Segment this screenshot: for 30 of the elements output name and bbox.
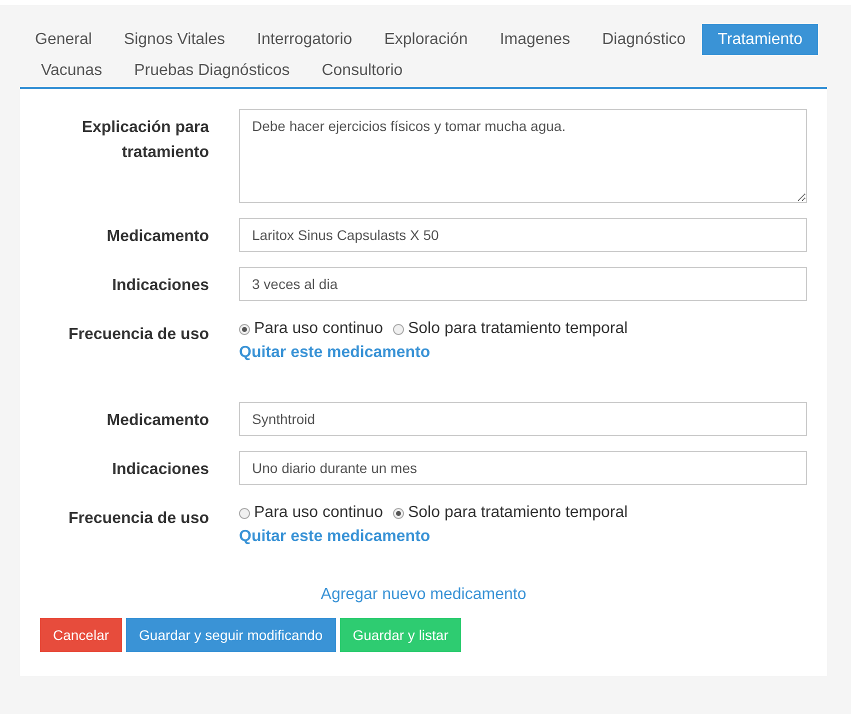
- tab[interactable]: Signos Vitales: [108, 24, 242, 55]
- indications-field[interactable]: 3 veces al dia: [239, 267, 807, 301]
- field-label: Medicamento: [106, 411, 210, 431]
- radio-button[interactable]: [392, 324, 404, 334]
- radio-button[interactable]: [392, 508, 404, 518]
- tab[interactable]: Exploración: [368, 24, 484, 55]
- field-label: Medicamento: [106, 227, 210, 247]
- radio-button[interactable]: [239, 324, 250, 334]
- tab[interactable]: Consultorio: [306, 55, 419, 86]
- field-label: Indicaciones: [111, 276, 210, 296]
- explanation-field[interactable]: Debe hacer ejercicios físicos y tomar mucha agua.: [239, 109, 807, 203]
- radio-label[interactable]: Para uso continuo: [254, 320, 383, 338]
- field-label: Explicación para tratamiento: [80, 118, 210, 163]
- field-label: Frecuencia de uso: [68, 325, 210, 345]
- medication-field[interactable]: Synthtroid: [239, 402, 807, 436]
- radio-label[interactable]: Solo para tratamiento temporal: [408, 320, 628, 338]
- tab[interactable]: Vacunas: [25, 55, 118, 86]
- indications-field[interactable]: Uno diario durante un mes: [239, 451, 807, 485]
- tab[interactable]: Pruebas Diagnósticos: [118, 55, 306, 86]
- action-button[interactable]: Cancelar: [40, 618, 122, 652]
- tab[interactable]: Imagenes: [484, 24, 586, 55]
- radio-button[interactable]: [239, 508, 250, 518]
- tab[interactable]: Diagnóstico: [586, 24, 702, 55]
- radio-label[interactable]: Solo para tratamiento temporal: [408, 504, 628, 522]
- tab[interactable]: Interrogatorio: [241, 24, 368, 55]
- field-label: Indicaciones: [111, 460, 210, 480]
- medication-field[interactable]: Laritox Sinus Capsulasts X 50: [239, 218, 807, 252]
- field-label: Frecuencia de uso: [68, 509, 210, 529]
- radio-label[interactable]: Para uso continuo: [254, 504, 383, 522]
- tab[interactable]: General: [25, 24, 108, 55]
